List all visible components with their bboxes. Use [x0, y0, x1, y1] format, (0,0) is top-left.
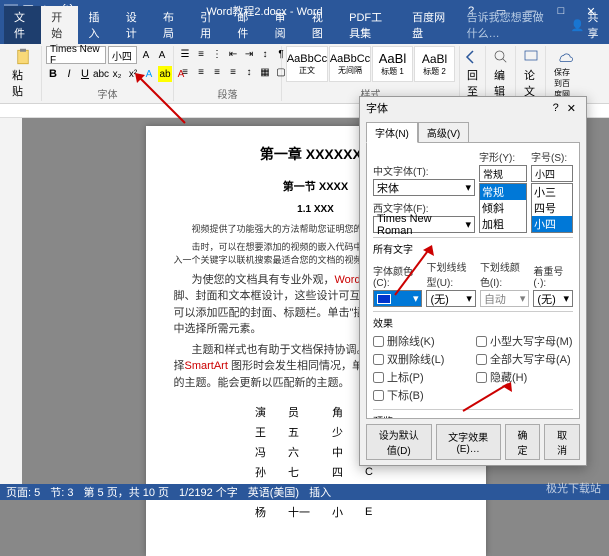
justify-icon[interactable]: ≡ — [226, 64, 240, 80]
tab-ref[interactable]: 引用 — [190, 6, 227, 44]
status-lang[interactable]: 英语(美国) — [248, 484, 299, 500]
ck-super[interactable]: 上标(P) — [373, 369, 470, 385]
undercolor-combo: 自动▾ — [480, 290, 529, 307]
chevron-down-icon: ▾ — [465, 218, 471, 231]
status-words[interactable]: 1/2192 个字 — [179, 484, 238, 500]
style-h2[interactable]: AaBl标题 2 — [414, 46, 455, 82]
align-left-icon[interactable]: ≡ — [178, 64, 192, 80]
italic-button[interactable]: I — [62, 66, 76, 82]
dialog-close-icon[interactable]: ✕ — [563, 102, 580, 115]
shading-icon[interactable]: ▦ — [258, 64, 272, 80]
dialog-help-icon[interactable]: ? — [549, 102, 563, 114]
watermark: 极光下载站 — [546, 480, 601, 496]
style-label: 字形(Y): — [479, 149, 527, 164]
style-h1[interactable]: AaBl标题 1 — [372, 46, 413, 82]
west-font-combo[interactable]: Times New Roman▾ — [373, 216, 475, 233]
cjk-font-combo[interactable]: 宋体▾ — [373, 179, 475, 196]
align-right-icon[interactable]: ≡ — [210, 64, 224, 80]
tab-design[interactable]: 设计 — [116, 6, 153, 44]
highlight-icon[interactable]: ab — [158, 66, 172, 82]
ribbon: 粘贴 剪贴板 Times New F 小四 A A B I U abc x₂ x… — [0, 44, 609, 104]
paste-button[interactable]: 粘贴 — [8, 46, 37, 101]
font-group-label: 字体 — [46, 86, 169, 101]
bold-button[interactable]: B — [46, 66, 60, 82]
font-name-combo[interactable]: Times New F — [46, 46, 106, 64]
numbering-icon[interactable]: ≡ — [194, 46, 208, 62]
chevron-down-icon: ▾ — [465, 181, 471, 194]
multilevel-icon[interactable]: ⋮ — [210, 46, 224, 62]
tab-pdf[interactable]: PDF工具集 — [339, 6, 402, 44]
sub-button[interactable]: x₂ — [110, 66, 124, 82]
size-input[interactable]: 小四 — [531, 165, 573, 182]
underline-combo[interactable]: (无)▾ — [426, 290, 475, 307]
table-row: 杨十一小E — [245, 503, 386, 521]
font-color-combo[interactable]: ▾ — [373, 290, 422, 307]
default-button[interactable]: 设为默认值(D) — [366, 424, 432, 460]
tab-review[interactable]: 审阅 — [265, 6, 302, 44]
statusbar: 页面: 5 节: 3 第 5 页，共 10 页 1/2192 个字 英语(美国)… — [0, 484, 609, 500]
effects-label: 效果 — [373, 315, 573, 330]
cjk-font-label: 中文字体(T): — [373, 163, 475, 178]
tab-baidu[interactable]: 百度网盘 — [402, 6, 456, 44]
inc-indent-icon[interactable]: ⇥ — [242, 46, 256, 62]
font-size-combo[interactable]: 小四 — [108, 46, 137, 64]
dialog-tab-advanced[interactable]: 高级(V) — [418, 122, 469, 143]
share-icon: 👤 — [571, 19, 585, 32]
dialog-title: 字体 — [366, 100, 388, 116]
size-label: 字号(S): — [531, 149, 573, 164]
tab-layout[interactable]: 布局 — [153, 6, 190, 44]
share-button[interactable]: 👤共享 — [563, 6, 609, 44]
ribbon-tabs: 文件 开始 插入 设计 布局 引用 邮件 审阅 视图 PDF工具集 百度网盘 告… — [0, 22, 609, 44]
ruler-vertical[interactable] — [0, 118, 22, 484]
sort-icon[interactable]: ↕ — [258, 46, 272, 62]
style-input[interactable]: 常规 — [479, 165, 527, 182]
tab-home[interactable]: 开始 — [41, 6, 78, 44]
strike-button[interactable]: abc — [94, 66, 108, 82]
ck-sub[interactable]: 下标(B) — [373, 387, 470, 403]
dialog-titlebar[interactable]: 字体 ? ✕ — [360, 97, 586, 119]
style-nospacing[interactable]: AaBbCc无间隔 — [329, 46, 371, 82]
grow-font-icon[interactable]: A — [139, 47, 153, 63]
super-button[interactable]: x² — [126, 66, 140, 82]
tell-me[interactable]: 告诉我您想要做什么… — [457, 6, 563, 44]
shrink-font-icon[interactable]: A — [155, 47, 169, 63]
status-insert[interactable]: 插入 — [309, 484, 331, 500]
ck-dstrike[interactable]: 双删除线(L) — [373, 351, 470, 367]
dec-indent-icon[interactable]: ⇤ — [226, 46, 240, 62]
style-list[interactable]: 常规 倾斜 加粗 — [479, 183, 527, 233]
status-section[interactable]: 节: 3 — [50, 484, 73, 500]
back-button[interactable]: 回至 — [464, 46, 481, 101]
style-normal[interactable]: AaBbCc正文 — [286, 46, 328, 82]
tab-view[interactable]: 视图 — [302, 6, 339, 44]
dialog-tab-font[interactable]: 字体(N) — [366, 122, 418, 143]
bullets-icon[interactable]: ☰ — [178, 46, 192, 62]
emphasis-combo[interactable]: (无)▾ — [533, 290, 573, 307]
ck-smallcaps[interactable]: 小型大写字母(M) — [476, 333, 573, 349]
ck-allcaps[interactable]: 全部大写字母(A) — [476, 351, 573, 367]
tab-file[interactable]: 文件 — [4, 6, 41, 44]
linespace-icon[interactable]: ↕ — [242, 64, 256, 80]
status-pageof[interactable]: 第 5 页，共 10 页 — [83, 484, 169, 500]
ck-hidden[interactable]: 隐藏(H) — [476, 369, 573, 385]
tab-insert[interactable]: 插入 — [78, 6, 115, 44]
alltext-label: 所有文字 — [373, 241, 573, 256]
texteffects-button[interactable]: 文字效果(E)… — [436, 424, 501, 460]
font-dialog: 字体 ? ✕ 字体(N) 高级(V) 中文字体(T): 宋体▾ 西文字体(F):… — [359, 96, 587, 466]
chevron-down-icon: ▾ — [413, 292, 419, 305]
underline-button[interactable]: U — [78, 66, 92, 82]
ck-strike[interactable]: 删除线(K) — [373, 333, 470, 349]
find-button[interactable]: 编辑 — [490, 46, 511, 101]
cancel-button[interactable]: 取消 — [544, 424, 580, 460]
tab-mail[interactable]: 邮件 — [227, 6, 264, 44]
size-list[interactable]: 小三 四号 小四 — [531, 183, 573, 233]
status-page[interactable]: 页面: 5 — [6, 484, 40, 500]
texteff-icon[interactable]: A — [142, 66, 156, 82]
align-center-icon[interactable]: ≡ — [194, 64, 208, 80]
ok-button[interactable]: 确定 — [505, 424, 541, 460]
paragraph-group-label: 段落 — [178, 86, 277, 101]
